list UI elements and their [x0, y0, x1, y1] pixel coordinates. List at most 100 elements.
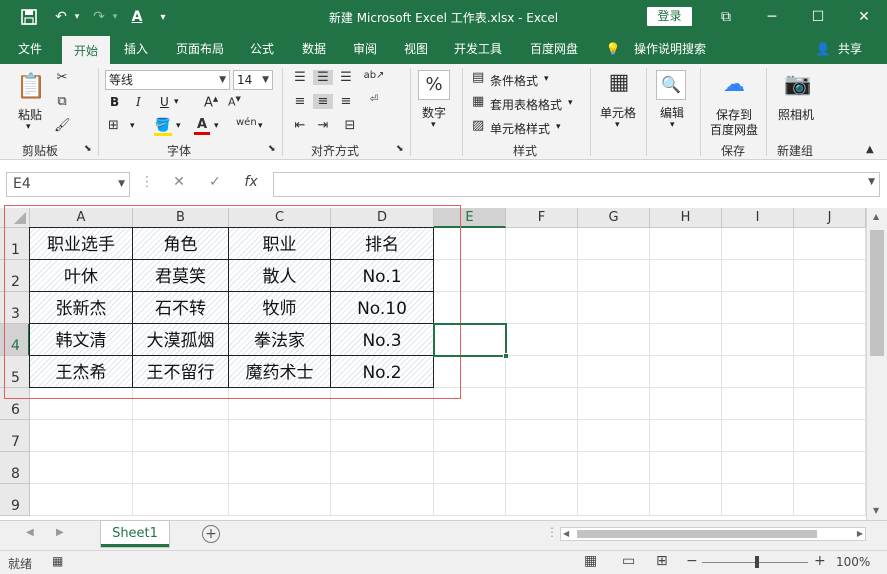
- empty-cell[interactable]: [506, 452, 578, 484]
- empty-cell[interactable]: [794, 388, 866, 420]
- camera-button[interactable]: 照相机: [778, 106, 814, 123]
- column-header[interactable]: H: [650, 208, 722, 228]
- empty-cell[interactable]: [794, 356, 866, 388]
- empty-cell[interactable]: [506, 324, 578, 356]
- empty-cell[interactable]: [722, 388, 794, 420]
- empty-cell[interactable]: [794, 260, 866, 292]
- empty-cell[interactable]: [506, 420, 578, 452]
- copy-icon[interactable]: ⧉: [54, 94, 70, 109]
- cells-button[interactable]: 单元格: [600, 104, 636, 121]
- empty-cell[interactable]: [794, 484, 866, 516]
- edit-button[interactable]: 编辑: [660, 104, 684, 121]
- empty-cell[interactable]: [578, 324, 650, 356]
- next-sheet-icon[interactable]: ▶: [56, 527, 64, 538]
- tab-home[interactable]: 开始: [62, 34, 110, 64]
- minimize-icon[interactable]: ─: [752, 6, 792, 28]
- zoom-out-icon[interactable]: −: [686, 553, 698, 569]
- empty-cell[interactable]: [650, 228, 722, 260]
- column-header[interactable]: I: [722, 208, 794, 228]
- cancel-icon[interactable]: ✕: [170, 174, 188, 190]
- font-color-dropdown-icon[interactable]: ▾: [214, 121, 219, 131]
- number-button[interactable]: 数字: [422, 104, 446, 121]
- scroll-right-icon[interactable]: ▶: [857, 529, 863, 538]
- paste-icon[interactable]: 📋: [16, 72, 46, 102]
- empty-cell[interactable]: [133, 420, 229, 452]
- empty-cell[interactable]: [506, 388, 578, 420]
- empty-cell[interactable]: [794, 292, 866, 324]
- align-top-icon[interactable]: ☰: [290, 70, 310, 85]
- share-button[interactable]: 共享: [834, 34, 866, 64]
- align-left-icon[interactable]: ≡: [290, 94, 310, 109]
- scroll-thumb[interactable]: [870, 230, 884, 356]
- scroll-left-icon[interactable]: ◀: [563, 529, 569, 538]
- empty-cell[interactable]: [229, 420, 331, 452]
- empty-cell[interactable]: [578, 388, 650, 420]
- row-header[interactable]: 7: [0, 420, 30, 452]
- number-dropdown-icon[interactable]: ▾: [431, 120, 436, 130]
- tab-page-layout[interactable]: 页面布局: [168, 34, 232, 64]
- increase-indent-icon[interactable]: ⇥: [313, 118, 333, 133]
- phonetic-icon[interactable]: wén: [236, 117, 257, 128]
- empty-cell[interactable]: [722, 484, 794, 516]
- font-color-ribbon-icon[interactable]: A: [194, 117, 210, 135]
- empty-cell[interactable]: [434, 420, 506, 452]
- merge-center-icon[interactable]: ⊟: [338, 118, 362, 133]
- underline-dropdown-icon[interactable]: ▾: [174, 97, 179, 107]
- chevron-down-icon[interactable]: ▾: [544, 74, 549, 84]
- wrap-text-icon[interactable]: ⏎: [362, 94, 386, 105]
- empty-cell[interactable]: [650, 388, 722, 420]
- vertical-scrollbar[interactable]: ▲ ▼: [866, 208, 887, 520]
- insert-function-icon[interactable]: fx: [242, 174, 260, 190]
- empty-cell[interactable]: [434, 452, 506, 484]
- close-icon[interactable]: ✕: [844, 6, 884, 28]
- cut-icon[interactable]: ✂: [54, 70, 70, 85]
- underline-button[interactable]: U: [160, 95, 169, 109]
- empty-cell[interactable]: [650, 452, 722, 484]
- font-name-select[interactable]: 等线 ▼: [105, 70, 230, 90]
- horizontal-scroll-thumb[interactable]: [577, 530, 817, 538]
- empty-cell[interactable]: [578, 420, 650, 452]
- empty-cell[interactable]: [794, 228, 866, 260]
- empty-cell[interactable]: [229, 484, 331, 516]
- conditional-format-button[interactable]: 条件格式: [490, 72, 538, 89]
- borders-dropdown-icon[interactable]: ▾: [130, 121, 135, 131]
- empty-cell[interactable]: [722, 260, 794, 292]
- align-middle-icon[interactable]: ☰: [313, 70, 333, 85]
- column-header[interactable]: J: [794, 208, 866, 228]
- empty-cell[interactable]: [578, 356, 650, 388]
- page-break-view-icon[interactable]: ⊞: [656, 553, 668, 569]
- empty-cell[interactable]: [30, 452, 133, 484]
- tab-baidu-netdisk[interactable]: 百度网盘: [522, 34, 586, 64]
- paste-dropdown-icon[interactable]: ▾: [26, 122, 31, 132]
- row-header[interactable]: 8: [0, 452, 30, 484]
- chevron-down-icon[interactable]: ▾: [568, 98, 573, 108]
- align-right-icon[interactable]: ≡: [336, 94, 356, 109]
- scroll-up-icon[interactable]: ▲: [873, 212, 879, 221]
- table-format-button[interactable]: 套用表格格式: [490, 96, 562, 113]
- empty-cell[interactable]: [578, 484, 650, 516]
- empty-cell[interactable]: [650, 484, 722, 516]
- scroll-down-icon[interactable]: ▼: [873, 506, 879, 515]
- align-bottom-icon[interactable]: ☰: [336, 70, 356, 85]
- name-box[interactable]: E4 ▼: [6, 172, 130, 197]
- empty-cell[interactable]: [506, 356, 578, 388]
- tab-review[interactable]: 审阅: [344, 34, 386, 64]
- increase-font-icon[interactable]: A▲: [204, 95, 218, 110]
- sheet-tab[interactable]: Sheet1: [101, 521, 169, 547]
- empty-cell[interactable]: [722, 292, 794, 324]
- empty-cell[interactable]: [331, 452, 434, 484]
- empty-cell[interactable]: [722, 324, 794, 356]
- empty-cell[interactable]: [650, 260, 722, 292]
- zoom-in-icon[interactable]: +: [814, 553, 826, 569]
- orientation-icon[interactable]: ab↗: [362, 70, 386, 81]
- save-baidu-line2[interactable]: 百度网盘: [710, 121, 758, 138]
- add-sheet-icon[interactable]: +: [202, 525, 220, 543]
- phonetic-dropdown-icon[interactable]: ▾: [258, 121, 263, 131]
- tab-data[interactable]: 数据: [292, 34, 336, 64]
- empty-cell[interactable]: [229, 452, 331, 484]
- formula-input[interactable]: ▼: [273, 172, 880, 197]
- fill-dropdown-icon[interactable]: ▾: [176, 121, 181, 131]
- align-launcher-icon[interactable]: ⬊: [396, 144, 404, 154]
- empty-cell[interactable]: [722, 228, 794, 260]
- empty-cell[interactable]: [578, 452, 650, 484]
